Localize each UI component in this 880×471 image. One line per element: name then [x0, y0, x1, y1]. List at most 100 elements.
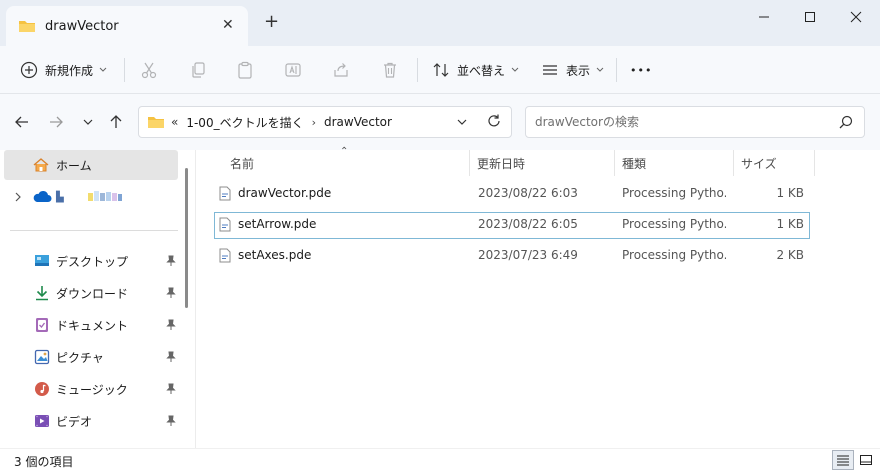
column-header-name[interactable]: 名前 [230, 150, 468, 176]
minimize-button[interactable] [742, 6, 786, 28]
breadcrumb-separator[interactable]: › [312, 116, 316, 129]
sidebar-item-pictures[interactable]: ピクチャ [4, 342, 178, 372]
column-header-label: 名前 [230, 156, 255, 171]
sidebar-item-onedrive[interactable]: ▙ [4, 182, 178, 212]
close-icon [850, 11, 862, 23]
rename-button[interactable] [284, 56, 302, 84]
minimize-icon [759, 16, 769, 18]
tab-title: drawVector [45, 18, 119, 34]
new-button[interactable]: 新規作成 [20, 56, 107, 84]
column-divider[interactable] [469, 150, 470, 176]
address-dropdown-button[interactable] [457, 115, 467, 129]
tiles-view-button[interactable] [855, 450, 877, 470]
chevron-down-icon [99, 67, 107, 72]
sidebar-item-label: ビデオ [56, 414, 93, 429]
file-row[interactable]: setAxes.pde 2023/07/23 6:49 Processing P… [214, 243, 810, 270]
plus-circle-icon [20, 61, 38, 79]
sidebar-item-documents[interactable]: ドキュメント [4, 310, 178, 340]
refresh-button[interactable] [487, 114, 501, 131]
pin-icon[interactable] [166, 287, 176, 299]
blurred-account-icon [87, 191, 122, 201]
pin-icon[interactable] [166, 383, 176, 395]
file-modified: 2023/08/22 6:05 [478, 217, 578, 231]
pin-icon[interactable] [166, 415, 176, 427]
onedrive-cloud-icon [33, 190, 52, 202]
column-divider[interactable] [733, 150, 734, 176]
column-divider[interactable] [614, 150, 615, 176]
more-icon: ••• [630, 63, 653, 77]
tab-close-button[interactable]: ✕ [222, 17, 234, 33]
pin-icon[interactable] [166, 351, 176, 363]
folder-icon [148, 117, 164, 128]
sidebar-item-label: デスクトップ [56, 254, 129, 269]
up-button[interactable] [106, 112, 126, 132]
chevron-right-icon[interactable] [14, 192, 22, 202]
file-icon [219, 217, 231, 232]
list-view-icon [543, 65, 557, 75]
file-type: Processing Pytho... [622, 217, 726, 231]
breadcrumb-overflow[interactable]: « [171, 115, 178, 129]
arrow-up-icon [110, 115, 122, 128]
home-icon [33, 158, 49, 172]
column-divider[interactable] [814, 150, 815, 176]
sidebar-item-music[interactable]: ミュージック [4, 374, 178, 404]
refresh-icon [488, 114, 500, 127]
file-size: 1 KB [776, 186, 804, 200]
video-icon [35, 415, 49, 427]
clipboard-icon [238, 61, 252, 79]
close-window-button[interactable] [834, 6, 878, 28]
file-name: setAxes.pde [238, 248, 312, 262]
cut-button[interactable] [140, 56, 158, 84]
tab-drawvector[interactable]: drawVector ✕ [6, 6, 248, 46]
maximize-icon [805, 12, 815, 22]
details-view-icon [837, 455, 849, 466]
sidebar-item-downloads[interactable]: ダウンロード [4, 278, 178, 308]
new-tab-button[interactable]: + [264, 12, 279, 32]
details-view-button[interactable] [832, 450, 854, 470]
column-header-label: サイズ [741, 156, 777, 171]
copy-button[interactable] [189, 56, 207, 84]
toolbar-separator [616, 58, 617, 82]
share-button[interactable] [332, 56, 350, 84]
column-header-type[interactable]: 種類 [622, 150, 732, 176]
arrow-right-icon [50, 116, 63, 128]
view-button[interactable]: 表示 [541, 56, 604, 84]
back-button[interactable] [12, 112, 32, 132]
file-modified: 2023/08/22 6:03 [478, 186, 578, 200]
folder-icon [19, 21, 35, 32]
paste-button[interactable] [236, 56, 254, 84]
chevron-down-icon [596, 67, 604, 72]
sidebar-item-label: ホーム [56, 158, 92, 173]
sort-arrows-icon [433, 63, 449, 77]
search-icon [839, 115, 853, 129]
maximize-button[interactable] [788, 6, 832, 28]
sort-button[interactable]: 並べ替え [432, 56, 519, 84]
breadcrumb-parent[interactable]: 1-00_ベクトルを描く [186, 114, 303, 131]
sidebar-item-home[interactable]: ホーム [4, 150, 178, 180]
tiles-view-icon [860, 455, 872, 465]
pin-icon[interactable] [166, 319, 176, 331]
sidebar-scrollbar[interactable] [185, 168, 188, 308]
file-row[interactable]: setArrow.pde 2023/08/22 6:05 Processing … [214, 212, 810, 239]
chevron-down-icon [511, 67, 519, 72]
pin-icon[interactable] [166, 255, 176, 267]
column-header-size[interactable]: サイズ [741, 150, 813, 176]
breadcrumb-current[interactable]: drawVector [324, 115, 392, 129]
item-count: 3 個の項目 [14, 455, 74, 469]
share-icon [334, 63, 348, 77]
delete-button[interactable] [381, 56, 399, 84]
recent-locations-button[interactable] [78, 112, 98, 132]
search-box[interactable] [525, 106, 865, 138]
view-button-label: 表示 [566, 63, 591, 78]
forward-button[interactable] [46, 112, 66, 132]
address-bar[interactable]: « 1-00_ベクトルを描く › drawVector [138, 106, 512, 138]
column-header-modified[interactable]: 更新日時 [477, 150, 613, 176]
sidebar-item-desktop[interactable]: デスクトップ [4, 246, 178, 276]
sidebar-item-label: ミュージック [56, 382, 128, 397]
more-options-button[interactable]: ••• [630, 56, 652, 84]
sidebar-item-label: ピクチャ [56, 350, 104, 365]
search-input[interactable] [535, 115, 825, 129]
file-row[interactable]: drawVector.pde 2023/08/22 6:03 Processin… [214, 181, 810, 208]
sidebar-item-videos[interactable]: ビデオ [4, 406, 178, 436]
trash-icon [384, 62, 396, 78]
